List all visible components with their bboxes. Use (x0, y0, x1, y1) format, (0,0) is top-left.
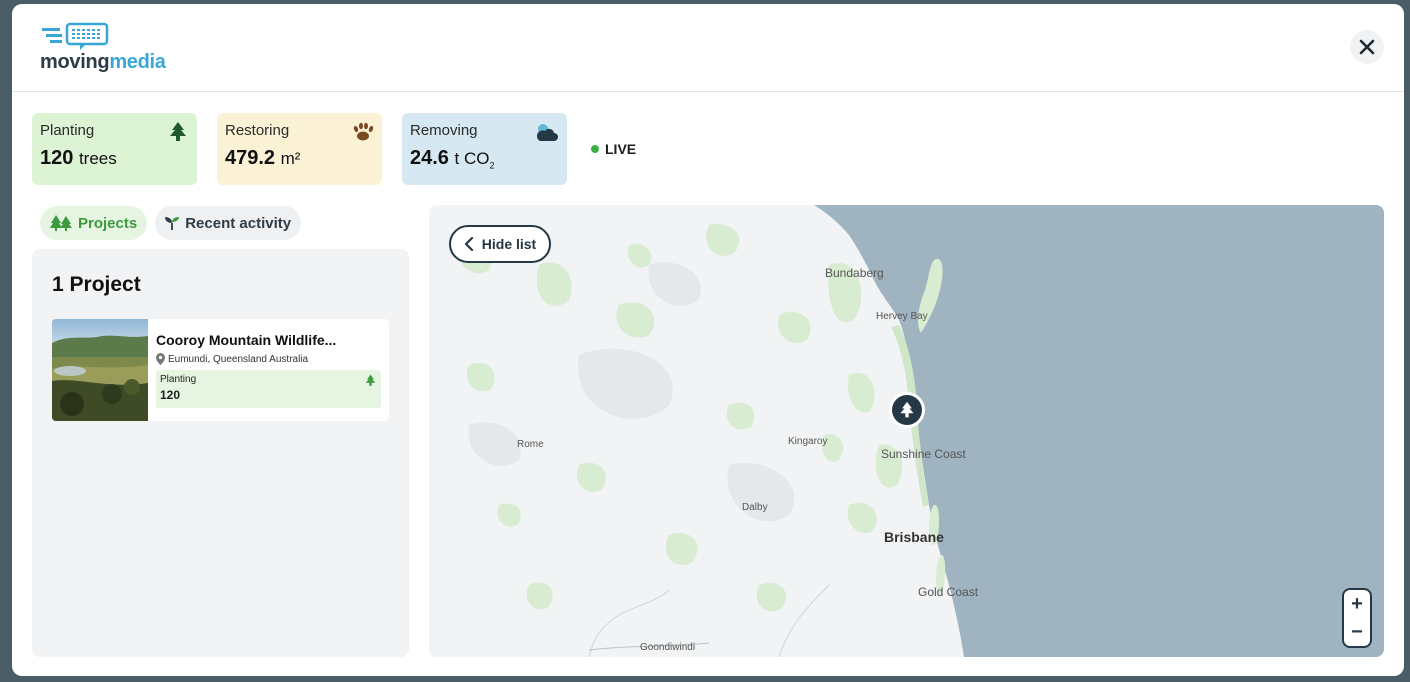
movingmedia-logo: movingmedia (40, 22, 180, 76)
project-planting-stat: Planting 120 (156, 370, 381, 408)
tab-projects[interactable]: Projects (40, 206, 148, 240)
project-location: Eumundi, Queensland Australia (156, 353, 381, 365)
project-card[interactable]: Cooroy Mountain Wildlife... Eumundi, Que… (52, 319, 389, 421)
stat-planting: Planting 120 trees (32, 113, 197, 185)
stat-restoring-number: 479.2 (225, 147, 276, 169)
paw-print-icon (353, 122, 374, 141)
logo-wordmark: movingmedia (40, 51, 166, 74)
close-icon (1359, 39, 1375, 55)
live-dot (591, 145, 599, 153)
stat-removing-unit-text: t CO (454, 149, 490, 168)
stat-planting-value: 120 trees (40, 147, 189, 170)
hide-list-button[interactable]: Hide list (449, 225, 551, 263)
stat-planting-number: 120 (40, 147, 74, 169)
project-photo (52, 319, 148, 421)
place-sunshine-coast: Sunshine Coast (881, 447, 966, 461)
stat-restoring-value: 479.2 m² (225, 147, 374, 170)
modal-header: movingmedia (12, 4, 1404, 92)
chevron-left-icon (464, 237, 473, 251)
place-bundaberg: Bundaberg (825, 266, 884, 280)
place-goondiwindi: Goondiwindi (640, 642, 696, 653)
place-dalby: Dalby (742, 502, 768, 513)
stat-removing-unit: t CO2 (454, 149, 495, 171)
place-gold-coast: Gold Coast (918, 585, 979, 599)
logo-text-media: media (109, 51, 166, 73)
tab-recent-activity[interactable]: Recent activity (155, 206, 302, 240)
project-stat-label: Planting (160, 374, 197, 385)
tree-icon (170, 122, 186, 141)
zoom-controls: + − (1342, 588, 1372, 648)
project-location-text: Eumundi, Queensland Australia (168, 353, 309, 365)
place-brisbane: Brisbane (884, 529, 944, 545)
location-pin-icon (156, 353, 165, 365)
logo-text-moving: moving (40, 51, 110, 73)
place-kingaroy: Kingaroy (788, 436, 828, 447)
stat-removing-unit-sub: 2 (489, 160, 495, 171)
stat-removing-number: 24.6 (410, 147, 449, 169)
tab-projects-label: Projects (78, 214, 138, 232)
panel-title: 1 Project (52, 273, 141, 296)
project-modal: movingmedia Planting 120 trees Restoring… (12, 4, 1404, 676)
hide-list-label: Hide list (481, 236, 537, 252)
tab-recent-activity-label: Recent activity (185, 214, 292, 232)
live-label: LIVE (605, 141, 637, 157)
place-hervey-bay: Hervey Bay (876, 311, 928, 322)
live-indicator: LIVE (591, 141, 636, 157)
project-name: Cooroy Mountain Wildlife... (156, 332, 337, 348)
project-map-marker[interactable] (889, 392, 925, 428)
logo-screen-icon (42, 22, 109, 50)
close-button[interactable] (1350, 30, 1384, 64)
stat-removing: Removing 24.6 t CO2 (402, 113, 567, 185)
stat-removing-value: 24.6 t CO2 (410, 147, 559, 170)
tree-icon (900, 401, 914, 418)
map-background (429, 205, 1384, 657)
projects-panel: 1 Project Cooroy Mountain Wildlife... Eu… (32, 249, 409, 657)
zoom-in-button[interactable]: + (1344, 590, 1370, 618)
project-map[interactable]: Bundaberg Hervey Bay Rome Kingaroy Sunsh… (429, 205, 1384, 657)
project-marker-badge (892, 395, 922, 425)
stat-planting-unit: trees (78, 149, 117, 168)
project-card-body: Cooroy Mountain Wildlife... Eumundi, Que… (148, 319, 389, 421)
trees-icon (50, 215, 72, 231)
landscape-photo (52, 319, 148, 421)
panel-tabs: Projects Recent activity (40, 206, 302, 240)
place-rome: Rome (517, 439, 544, 450)
cloud-icon (536, 124, 558, 141)
sprout-icon (165, 217, 180, 230)
zoom-out-button[interactable]: − (1344, 618, 1370, 646)
impact-stats: Planting 120 trees Restoring 479.2 m² Re… (32, 113, 636, 185)
stat-restoring: Restoring 479.2 m² (217, 113, 382, 185)
stat-restoring-unit: m² (280, 149, 301, 168)
tree-icon (365, 374, 376, 386)
project-stat-value: 120 (160, 388, 181, 402)
